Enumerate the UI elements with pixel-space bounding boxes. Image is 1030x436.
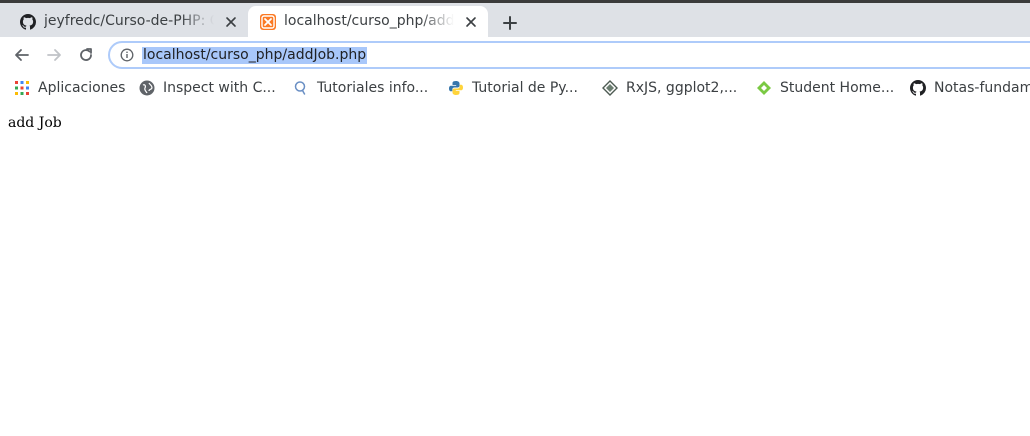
bookmark-inspect[interactable]: Inspect with C... xyxy=(139,79,276,97)
search-bookmark-icon xyxy=(294,81,306,95)
bookmark-label: Tutoriales info... xyxy=(317,79,429,96)
page-body-text: add Job xyxy=(8,115,62,131)
globe-icon xyxy=(139,80,155,96)
close-icon[interactable] xyxy=(464,15,478,29)
bookmark-student-home[interactable]: Student Home... xyxy=(756,79,894,97)
bookmarks-bar: Aplicaciones Inspect with C... Tutoriale… xyxy=(0,73,1030,103)
bookmark-label: RxJS, ggplot2,... xyxy=(626,79,738,96)
bookmark-aplicaciones[interactable]: Aplicaciones xyxy=(14,79,125,97)
bookmark-label: Student Home... xyxy=(780,79,895,96)
github-icon xyxy=(910,80,926,96)
bookmark-label: Tutorial de Py... xyxy=(472,79,578,96)
bookmark-python[interactable]: Tutorial de Py... xyxy=(448,79,578,97)
close-icon[interactable] xyxy=(224,15,238,29)
back-arrow-icon[interactable] xyxy=(12,45,32,65)
tab-github-repo[interactable]: jeyfredc/Curso-de-PHP: C xyxy=(8,6,248,37)
green-diamond-icon xyxy=(757,81,771,95)
bookmark-label: Notas-fundam xyxy=(934,79,1030,96)
bookmark-tutoriales[interactable]: Tutoriales info... xyxy=(293,79,428,97)
url-text[interactable]: localhost/curso_php/addJob.php xyxy=(142,47,368,64)
tab-title: localhost/curso_php/addJob.php xyxy=(284,13,454,29)
forward-arrow-icon[interactable] xyxy=(44,45,64,65)
address-bar[interactable]: localhost/curso_php/addJob.php xyxy=(108,41,1030,69)
apps-grid-icon xyxy=(15,81,29,95)
bookmark-notas[interactable]: Notas-fundam xyxy=(910,79,1030,97)
bookmark-rxjs[interactable]: RxJS, ggplot2,... xyxy=(602,79,737,97)
github-icon xyxy=(20,14,36,30)
python-icon xyxy=(449,81,463,95)
plus-icon[interactable] xyxy=(499,12,521,34)
xampp-icon xyxy=(260,14,276,30)
reload-icon[interactable] xyxy=(76,45,96,65)
bookmark-label: Aplicaciones xyxy=(38,79,126,96)
bookmark-label: Inspect with C... xyxy=(163,79,276,96)
info-icon[interactable] xyxy=(120,48,134,62)
diamond-icon xyxy=(602,80,618,96)
tab-title: jeyfredc/Curso-de-PHP: C xyxy=(44,13,214,29)
tab-strip: jeyfredc/Curso-de-PHP: C localhost/curso… xyxy=(0,3,1030,37)
browser-toolbar: localhost/curso_php/addJob.php xyxy=(0,37,1030,73)
tab-localhost-addjob[interactable]: localhost/curso_php/addJob.php xyxy=(248,6,488,37)
